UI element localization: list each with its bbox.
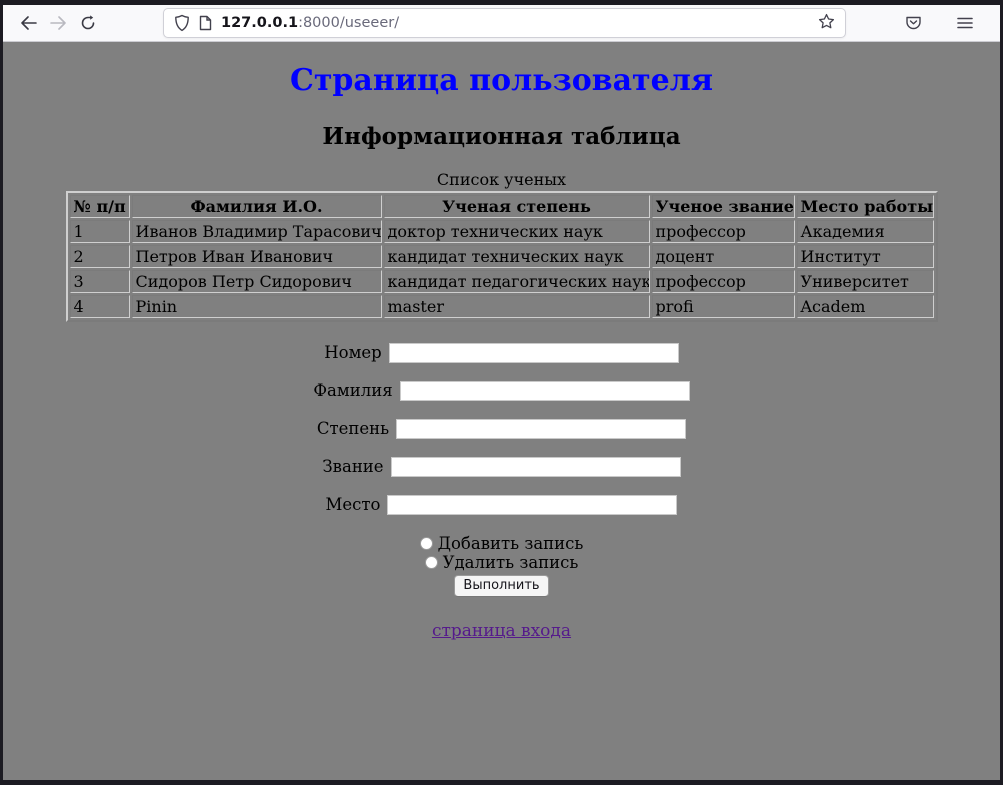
- cell-name: Pinin: [132, 295, 382, 318]
- cell-number: 1: [70, 220, 130, 243]
- cell-degree: кандидат технических наук: [384, 245, 650, 268]
- forward-button[interactable]: [43, 8, 73, 38]
- table-caption: Список ученых: [3, 170, 1000, 189]
- col-header-name: Фамилия И.О.: [132, 195, 382, 218]
- cell-place: Институт: [797, 245, 934, 268]
- radio-row-delete: Удалить запись: [3, 553, 1000, 572]
- cell-rank: профессор: [652, 270, 795, 293]
- menu-button[interactable]: [950, 8, 980, 38]
- reload-icon: [80, 15, 96, 31]
- cell-name: Петров Иван Иванович: [132, 245, 382, 268]
- url-domain: 127.0.0.1: [221, 15, 298, 31]
- scientists-table: № п/п Фамилия И.О. Ученая степень Ученое…: [66, 191, 938, 322]
- action-radios: Добавить запись Удалить запись: [3, 534, 1000, 572]
- degree-label: Степень: [317, 419, 389, 438]
- shield-icon[interactable]: [174, 14, 190, 32]
- table-row: 2 Петров Иван Иванович кандидат техничес…: [70, 245, 934, 268]
- cell-number: 4: [70, 295, 130, 318]
- cell-rank: профессор: [652, 220, 795, 243]
- number-input[interactable]: [389, 343, 679, 363]
- place-input[interactable]: [387, 495, 677, 515]
- col-header-degree: Ученая степень: [384, 195, 650, 218]
- toolbar-right: [898, 8, 988, 38]
- table-header-row: № п/п Фамилия И.О. Ученая степень Ученое…: [70, 195, 934, 218]
- cell-rank: profi: [652, 295, 795, 318]
- table-row: 3 Сидоров Петр Сидорович кандидат педаго…: [70, 270, 934, 293]
- surname-label: Фамилия: [313, 381, 392, 400]
- add-record-label[interactable]: Добавить запись: [438, 534, 584, 553]
- cell-number: 3: [70, 270, 130, 293]
- forward-icon: [50, 16, 67, 30]
- page-icon[interactable]: [199, 15, 212, 31]
- browser-toolbar: 127.0.0.1:8000/useeer/: [3, 5, 1000, 42]
- form-row-degree: Степень: [3, 418, 1000, 440]
- rank-label: Звание: [322, 457, 383, 476]
- delete-record-radio[interactable]: [425, 556, 438, 569]
- back-icon: [20, 16, 37, 30]
- col-header-rank: Ученое звание: [652, 195, 795, 218]
- number-label: Номер: [324, 343, 381, 362]
- cell-rank: доцент: [652, 245, 795, 268]
- cell-number: 2: [70, 245, 130, 268]
- record-form: Номер Фамилия Степень Звание Место: [3, 342, 1000, 597]
- url-text[interactable]: 127.0.0.1:8000/useeer/: [221, 15, 818, 31]
- form-row-rank: Звание: [3, 456, 1000, 478]
- login-link-row: страница входа: [3, 597, 1000, 641]
- cell-place: Academ: [797, 295, 934, 318]
- table-row: 4 Pinin master profi Academ: [70, 295, 934, 318]
- back-button[interactable]: [13, 8, 43, 38]
- pocket-icon: [905, 15, 922, 31]
- browser-window: 127.0.0.1:8000/useeer/ Страница пользова…: [0, 0, 1003, 785]
- surname-input[interactable]: [400, 381, 690, 401]
- table-row: 1 Иванов Владимир Тарасович доктор техни…: [70, 220, 934, 243]
- page-content: Страница пользователя Информационная таб…: [3, 42, 1000, 780]
- url-path: :8000/useeer/: [298, 15, 399, 31]
- cell-name: Сидоров Петр Сидорович: [132, 270, 382, 293]
- form-row-surname: Фамилия: [3, 380, 1000, 402]
- cell-place: Академия: [797, 220, 934, 243]
- cell-degree: кандидат педагогических наук: [384, 270, 650, 293]
- add-record-radio[interactable]: [420, 537, 433, 550]
- reload-button[interactable]: [73, 8, 103, 38]
- col-header-number: № п/п: [70, 195, 130, 218]
- degree-input[interactable]: [396, 419, 686, 439]
- page-subtitle: Информационная таблица: [3, 123, 1000, 150]
- cell-name: Иванов Владимир Тарасович: [132, 220, 382, 243]
- place-label: Место: [326, 495, 381, 514]
- form-row-place: Место: [3, 494, 1000, 516]
- menu-icon: [957, 17, 973, 29]
- rank-input[interactable]: [391, 457, 681, 477]
- url-bar[interactable]: 127.0.0.1:8000/useeer/: [163, 8, 846, 38]
- radio-row-add: Добавить запись: [3, 534, 1000, 553]
- delete-record-label[interactable]: Удалить запись: [443, 553, 579, 572]
- bookmark-button[interactable]: [818, 13, 835, 34]
- bookmark-star-icon: [818, 13, 835, 34]
- col-header-place: Место работы: [797, 195, 934, 218]
- cell-place: Университет: [797, 270, 934, 293]
- page-title: Страница пользователя: [3, 64, 1000, 99]
- execute-button[interactable]: Выполнить: [454, 575, 548, 597]
- form-row-number: Номер: [3, 342, 1000, 364]
- login-page-link[interactable]: страница входа: [432, 621, 571, 641]
- cell-degree: master: [384, 295, 650, 318]
- cell-degree: доктор технических наук: [384, 220, 650, 243]
- pocket-button[interactable]: [898, 8, 928, 38]
